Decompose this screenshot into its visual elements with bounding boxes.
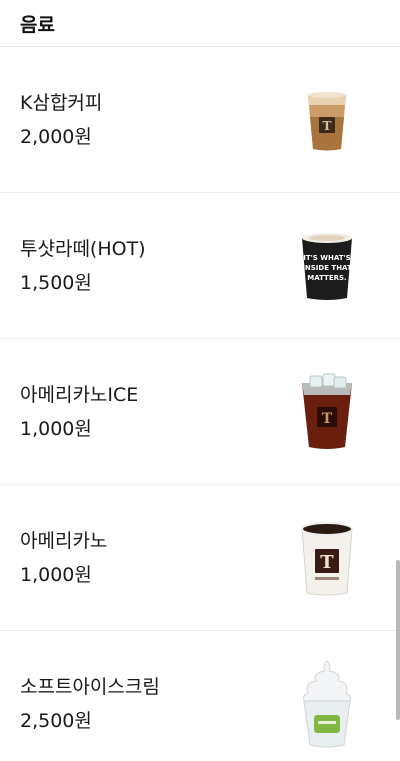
menu-item-americano[interactable]: 아메리카노 1,000원 T xyxy=(0,485,400,631)
menu-item-name: 투샷라떼(HOT) xyxy=(20,237,146,260)
svg-text:T: T xyxy=(322,411,333,427)
menu-item-price: 2,000원 xyxy=(20,125,92,148)
menu-list: K삼합커피 2,000원 T 투샷라떼(HOT) 1,500원 IT'S WHA… xyxy=(0,47,400,761)
menu-item-k-samhap-coffee[interactable]: K삼합커피 2,000원 T xyxy=(0,47,400,193)
cup-slogan-line-3: MATTERS. xyxy=(307,274,346,282)
iced-latte-cup-icon: T xyxy=(294,75,360,165)
iced-americano-cup-icon: T xyxy=(294,367,360,457)
menu-item-name: 아메리카노ICE xyxy=(20,383,139,406)
cup-slogan-line-2: INSIDE THAT xyxy=(302,264,352,272)
menu-item-price: 1,500원 xyxy=(20,271,92,294)
menu-item-americano-ice[interactable]: 아메리카노ICE 1,000원 T xyxy=(0,339,400,485)
menu-item-price: 2,500원 xyxy=(20,710,92,732)
menu-page: 음료 K삼합커피 2,000원 T 투샷라떼(HOT) 1,500원 IT'S … xyxy=(0,0,400,761)
svg-text:T: T xyxy=(320,552,334,573)
menu-item-text: 투샷라떼(HOT) 1,500원 xyxy=(20,237,146,295)
menu-item-two-shot-latte-hot[interactable]: 투샷라떼(HOT) 1,500원 IT'S WHAT'S INSIDE THAT… xyxy=(0,193,400,339)
section-header: 음료 xyxy=(0,0,400,47)
menu-item-price: 1,000원 xyxy=(20,417,92,440)
svg-text:T: T xyxy=(323,119,332,133)
menu-item-name: 아메리카노 xyxy=(20,529,108,552)
menu-item-name: 소프트아이스크림 xyxy=(20,676,160,698)
menu-item-text: K삼합커피 2,000원 xyxy=(20,91,102,149)
soft-ice-cream-cup-icon xyxy=(294,659,360,749)
menu-item-text: 아메리카노 1,000원 xyxy=(20,529,107,587)
section-title: 음료 xyxy=(20,13,55,36)
menu-item-text: 아메리카노ICE 1,000원 xyxy=(20,383,138,441)
vertical-scrollbar[interactable] xyxy=(396,560,400,720)
cup-slogan-line-1: IT'S WHAT'S xyxy=(303,254,350,262)
hot-latte-cup-icon: IT'S WHAT'S INSIDE THAT MATTERS. xyxy=(294,221,360,311)
menu-item-soft-ice-cream[interactable]: 소프트아이스크림 2,500원 xyxy=(0,631,400,761)
menu-item-price: 1,000원 xyxy=(20,563,92,586)
menu-item-text: 소프트아이스크림 2,500원 xyxy=(20,675,160,733)
menu-item-name: K삼합커피 xyxy=(20,91,103,114)
hot-americano-cup-icon: T xyxy=(294,513,360,603)
